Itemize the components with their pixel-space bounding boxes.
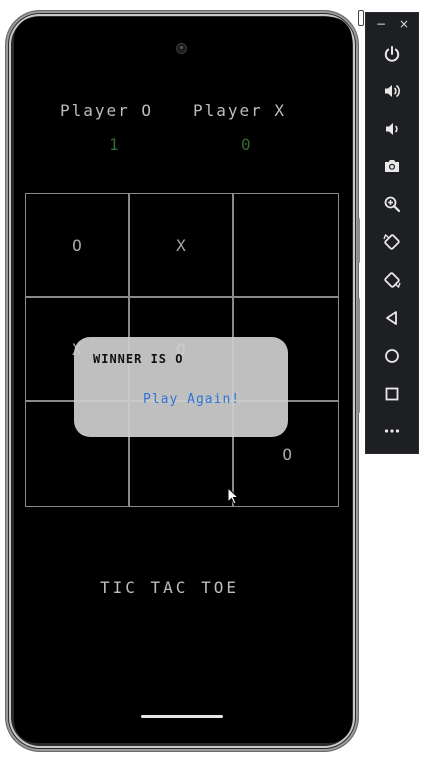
minimize-button[interactable]: − xyxy=(376,17,386,31)
camera-icon[interactable] xyxy=(381,155,403,177)
close-button[interactable]: × xyxy=(399,17,409,31)
gesture-home-bar[interactable] xyxy=(141,715,223,718)
emulator-toolbar: − × xyxy=(365,12,419,454)
more-icon[interactable] xyxy=(381,420,403,442)
game-title: TIC TAC TOE xyxy=(100,578,239,597)
mouse-pointer-icon xyxy=(227,487,239,505)
back-icon[interactable] xyxy=(381,307,403,329)
volume-side-button[interactable] xyxy=(357,298,360,413)
overview-icon[interactable] xyxy=(381,383,403,405)
winner-dialog: WINNER IS O Play Again! xyxy=(74,337,288,437)
zoom-icon[interactable] xyxy=(381,193,403,215)
board-cell[interactable]: O xyxy=(25,193,129,297)
volume-up-icon[interactable] xyxy=(381,80,403,102)
winner-message: WINNER IS O xyxy=(93,352,184,366)
rotate-left-icon[interactable] xyxy=(381,231,403,253)
player-o-label: Player O xyxy=(60,101,154,120)
toolbar-handle[interactable] xyxy=(358,10,364,26)
board-cell[interactable] xyxy=(233,193,339,297)
rotate-right-icon[interactable] xyxy=(381,269,403,291)
player-x-label: Player X xyxy=(193,101,287,120)
power-icon[interactable] xyxy=(381,43,403,65)
board-cell[interactable]: X xyxy=(129,193,233,297)
front-camera-icon xyxy=(176,43,187,54)
player-x-score: 0 xyxy=(241,135,251,154)
player-o-score: 1 xyxy=(109,135,119,154)
home-icon[interactable] xyxy=(381,345,403,367)
volume-down-icon[interactable] xyxy=(381,118,403,140)
power-side-button[interactable] xyxy=(357,218,360,263)
play-again-button[interactable]: Play Again! xyxy=(143,392,240,407)
